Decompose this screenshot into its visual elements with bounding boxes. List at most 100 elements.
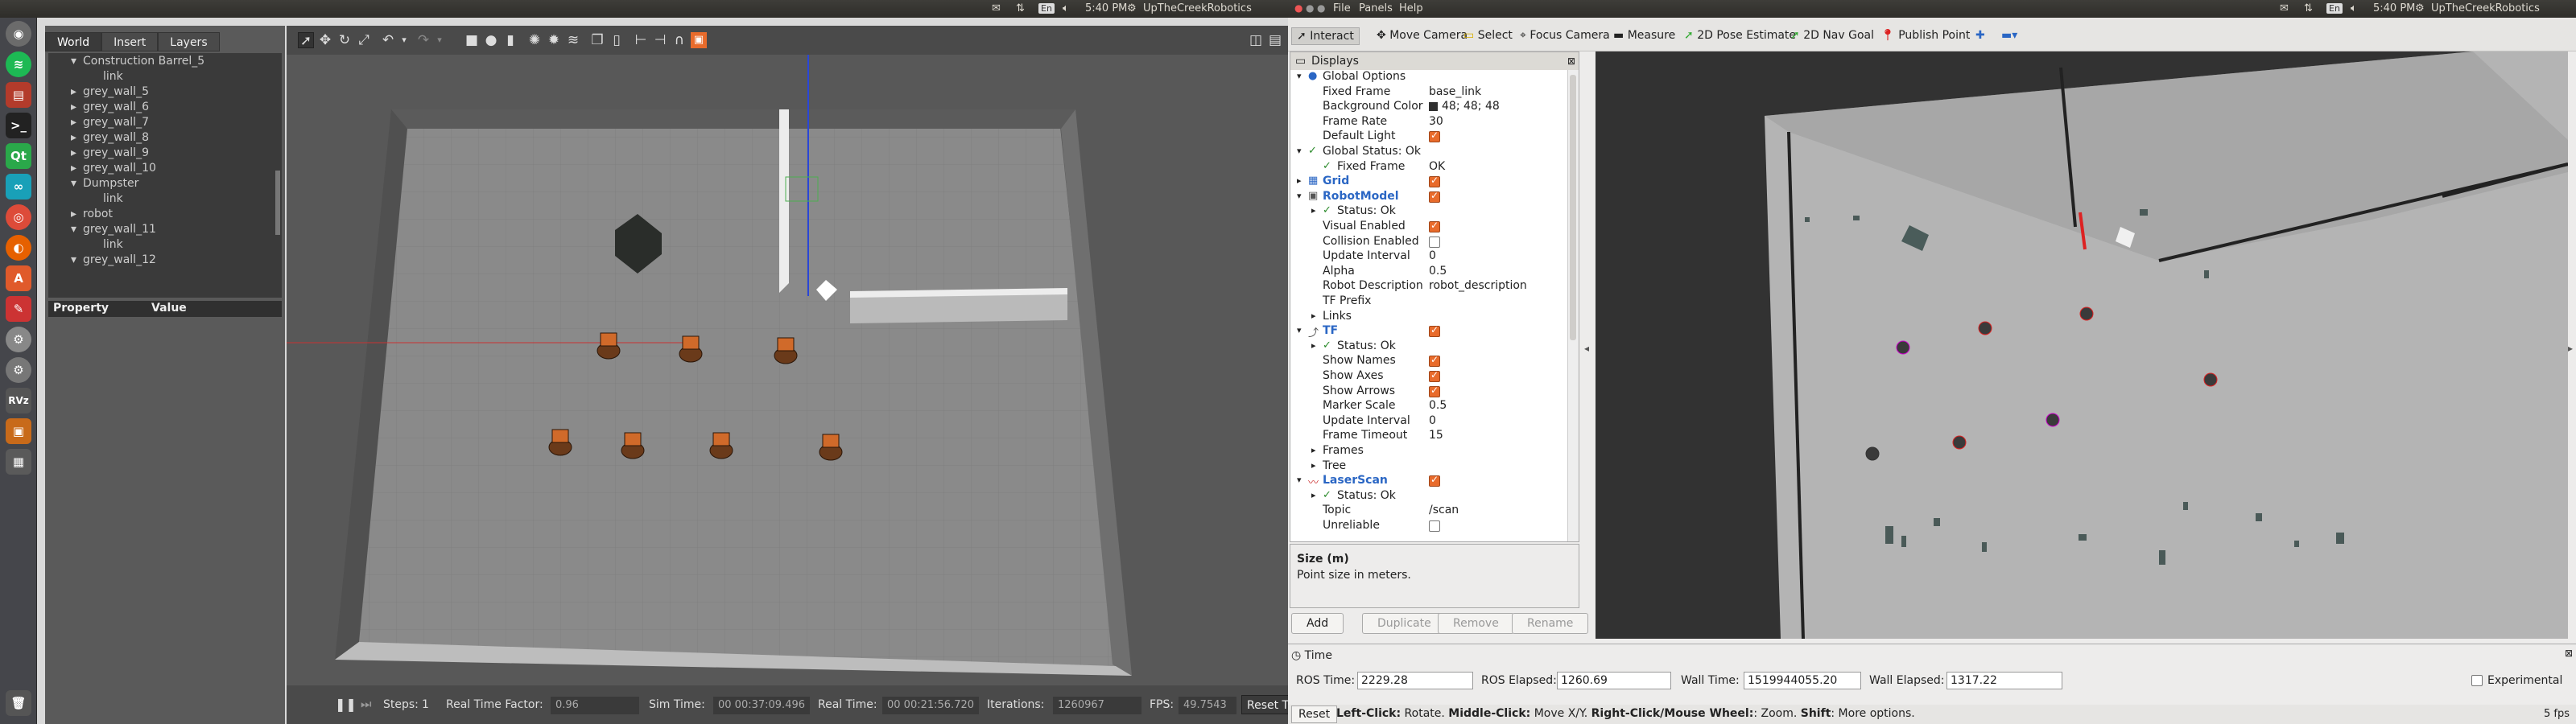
mail-icon[interactable]: ✉	[2280, 2, 2289, 14]
tree-item[interactable]: ▾ grey_wall_12	[71, 253, 156, 266]
expand-arrow-icon[interactable]: ▸	[1311, 340, 1316, 351]
display-checkbox[interactable]	[1429, 130, 1440, 143]
point-light-icon[interactable]: ✺	[526, 32, 543, 48]
tree-item[interactable]: ▾ Construction Barrel_5	[71, 55, 204, 68]
tree-item[interactable]: ▸ grey_wall_10	[71, 162, 156, 175]
expand-arrow-icon[interactable]: ▸	[71, 162, 76, 175]
display-row-value[interactable]: base_link	[1429, 85, 1481, 98]
tool-select[interactable]: ▭ Select	[1459, 27, 1517, 43]
cylinder-icon[interactable]: ▮	[502, 32, 518, 48]
keyboard-language[interactable]: En	[2326, 3, 2343, 14]
world-tree[interactable]: ▾ Construction Barrel_5link ▸ grey_wall_5 ▸ g…	[48, 53, 282, 298]
maximize-window-icon[interactable]: ●	[1317, 2, 1325, 14]
display-row[interactable]: Robot Description robot_description	[1290, 279, 1567, 294]
display-row[interactable]: ▾ ✓ Global Status: Ok	[1290, 145, 1567, 160]
snap-icon[interactable]: ⊣	[652, 32, 668, 48]
sphere-icon[interactable]: ●	[483, 32, 499, 48]
tree-item[interactable]: link	[103, 192, 123, 205]
undo-icon[interactable]: ↶	[380, 32, 396, 48]
volume-icon[interactable]: 🔈︎	[2351, 2, 2357, 14]
display-row[interactable]: ▾ 〰 LaserScan	[1290, 474, 1567, 489]
pause-icon[interactable]: ❚❚	[335, 697, 357, 712]
files-icon[interactable]: ▤	[6, 82, 31, 108]
display-row-value[interactable]: 48; 48; 48	[1442, 100, 1500, 113]
select-mode-icon[interactable]: ➚	[298, 32, 314, 49]
display-row[interactable]: ▸ ▦ Grid	[1290, 175, 1567, 190]
user-name[interactable]: UpTheCreekRobotics	[1143, 2, 1252, 14]
paste-icon[interactable]: ▯	[609, 32, 625, 48]
remove-tool-icon[interactable]: ▬▾	[1996, 27, 2022, 43]
display-row-value[interactable]: robot_description	[1429, 279, 1527, 292]
tool-measure[interactable]: ▬ Measure	[1608, 27, 1680, 43]
display-row-value[interactable]: 15	[1429, 429, 1443, 442]
close-panel-icon[interactable]: ⊠	[1567, 52, 1575, 70]
display-row[interactable]: Update Interval 0	[1290, 249, 1567, 265]
rviz-3d-view[interactable]	[1596, 51, 2569, 640]
tool-publish-point[interactable]: 📍︎ Publish Point	[1876, 27, 1975, 43]
ros-time-field[interactable]: 2229.28	[1357, 672, 1473, 689]
display-row[interactable]: ▸ Links	[1290, 310, 1567, 325]
network-icon[interactable]: ⇅	[2304, 2, 2313, 14]
terminal-icon[interactable]: >_	[6, 113, 31, 138]
display-row[interactable]: Frame Timeout 15	[1290, 429, 1567, 444]
display-checkbox[interactable]	[1429, 520, 1440, 532]
steps-value[interactable]: 1	[422, 698, 429, 711]
redo-icon[interactable]: ↷	[415, 32, 431, 48]
remove-button[interactable]: Remove	[1438, 613, 1514, 634]
tree-item[interactable]: link	[103, 238, 123, 251]
display-row[interactable]: ▸ ✓ Status: Ok	[1290, 339, 1567, 355]
gazebo-icon[interactable]: ▣	[6, 418, 31, 444]
color-swatch-icon[interactable]	[1429, 102, 1438, 112]
tree-item[interactable]: ▸ grey_wall_8	[71, 131, 149, 144]
tab-insert[interactable]: Insert	[101, 32, 159, 51]
tree-item[interactable]: ▾ grey_wall_11	[71, 223, 156, 236]
expand-arrow-icon[interactable]: ▾	[71, 253, 76, 266]
mail-icon[interactable]: ✉	[992, 2, 1001, 14]
display-checkbox[interactable]	[1429, 190, 1440, 203]
display-checkbox[interactable]	[1429, 354, 1440, 368]
tool-focus-camera[interactable]: ⌖ Focus Camera	[1515, 27, 1615, 43]
volume-icon[interactable]: 🔈︎	[1063, 2, 1069, 14]
close-time-panel-icon[interactable]: ⊠	[2565, 648, 2573, 659]
tree-item[interactable]: ▸ grey_wall_7	[71, 116, 149, 129]
clock[interactable]: 5:40 PM	[1085, 2, 1127, 14]
user-name[interactable]: UpTheCreekRobotics	[2431, 2, 2540, 14]
settings-icon[interactable]: ⚙	[1127, 2, 1137, 14]
expand-arrow-icon[interactable]: ▾	[1297, 191, 1302, 201]
reset-button[interactable]: Reset	[1291, 705, 1338, 723]
left-collapse-arrow[interactable]: ◂	[1584, 343, 1589, 354]
tab-world[interactable]: World	[45, 32, 102, 51]
translate-icon[interactable]: ✥	[317, 32, 333, 48]
display-checkbox[interactable]	[1429, 324, 1440, 338]
menu-help[interactable]: Help	[1399, 2, 1423, 14]
right-collapse-arrow[interactable]: ▸	[2568, 343, 2573, 354]
displays-scrollbar[interactable]	[1567, 70, 1579, 541]
trash-icon[interactable]: 🗑︎	[6, 690, 31, 716]
network-icon[interactable]: ⇅	[1016, 2, 1025, 14]
display-row-value[interactable]: 0.5	[1429, 265, 1447, 278]
copy-icon[interactable]: ❐	[589, 32, 605, 48]
arduino-icon[interactable]: ∞	[6, 174, 31, 200]
display-row[interactable]: Unreliable	[1290, 519, 1567, 534]
expand-arrow-icon[interactable]: ▸	[71, 101, 76, 113]
spot-light-icon[interactable]: ✹	[546, 32, 562, 48]
tools-icon[interactable]: ✎	[6, 296, 31, 322]
display-row[interactable]: Show Arrows	[1290, 385, 1567, 400]
add-tool-icon[interactable]: ✚	[1971, 27, 1990, 43]
undo-history-icon[interactable]: ▾	[396, 32, 412, 48]
display-row[interactable]: ▸ ✓ Status: Ok	[1290, 489, 1567, 504]
display-row-value[interactable]: 0	[1429, 249, 1436, 262]
wall-elapsed-field[interactable]: 1317.22	[1946, 672, 2062, 689]
add-button[interactable]: Add	[1291, 613, 1344, 634]
display-row[interactable]: Background Color 48; 48; 48	[1290, 100, 1567, 115]
tree-item[interactable]: ▸ robot	[71, 208, 113, 220]
display-row[interactable]: Frame Rate 30	[1290, 115, 1567, 130]
tool-move-camera[interactable]: ✥ Move Camera	[1372, 27, 1472, 43]
tree-item[interactable]: ▸ grey_wall_9	[71, 146, 149, 159]
directional-light-icon[interactable]: ≋	[565, 32, 581, 48]
display-checkbox[interactable]	[1429, 236, 1440, 248]
display-row[interactable]: Default Light	[1290, 130, 1567, 145]
screenshot-mode-icon[interactable]: ▣	[691, 32, 707, 48]
display-row-value[interactable]: 0	[1429, 414, 1436, 427]
tree-item[interactable]: ▸ grey_wall_5	[71, 85, 149, 98]
